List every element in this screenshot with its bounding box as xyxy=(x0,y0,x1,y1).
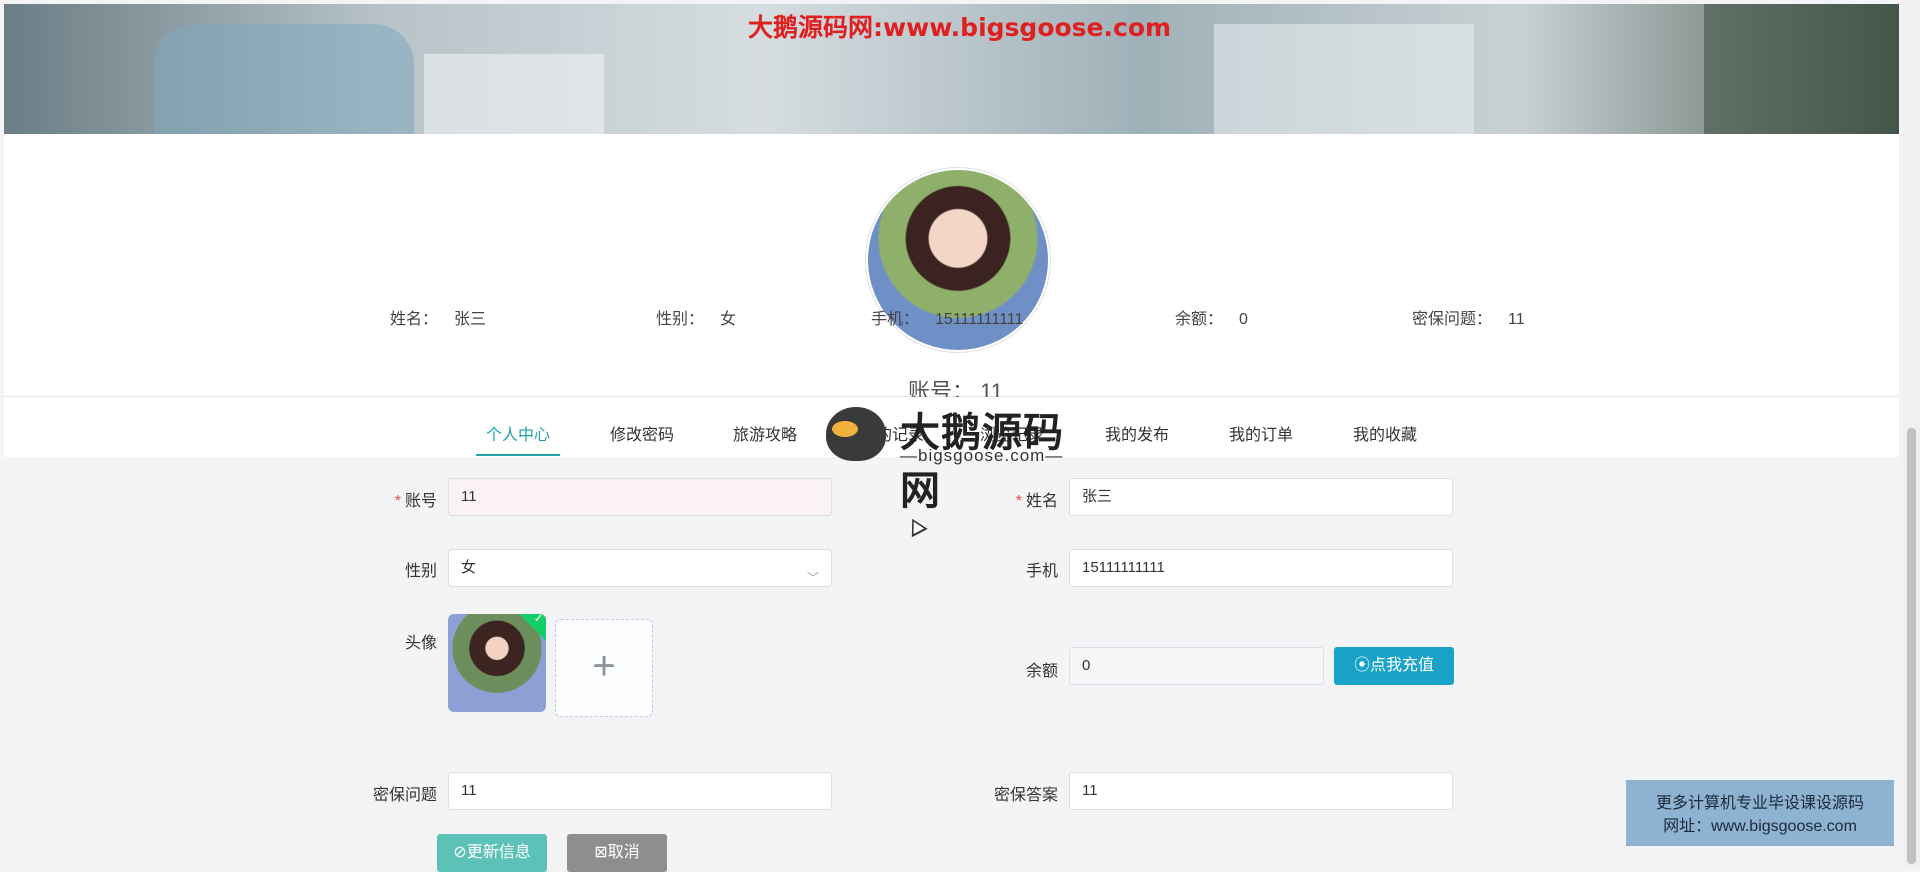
account-field-label: * 账号 xyxy=(394,493,437,510)
tab-my-orders[interactable]: 我的订单 xyxy=(1229,424,1293,454)
gender-value: 女 xyxy=(461,559,477,576)
info-label: 密保问题： xyxy=(1412,311,1493,328)
balance-field-label: 余额 xyxy=(1025,663,1058,680)
phone-field-label: 手机 xyxy=(1025,563,1058,580)
gender-select[interactable]: 女 ﹀ xyxy=(448,549,832,587)
promo-url: 网址：www.bigsgoose.com xyxy=(1663,818,1857,835)
name-field-label: * 姓名 xyxy=(1015,493,1058,510)
recharge-button[interactable]: ⦿点我充值 xyxy=(1334,647,1454,685)
avatar-upload-button[interactable]: + xyxy=(555,619,653,717)
banner-decoration xyxy=(424,54,604,134)
question-field-label: 密保问题 xyxy=(372,787,437,804)
avatar-field-label: 头像 xyxy=(404,635,437,652)
gender-field-label: 性别 xyxy=(404,563,437,580)
name-input[interactable]: 张三 xyxy=(1069,478,1453,516)
info-label: 手机： xyxy=(871,311,920,328)
profile-card: 账号： 11 xyxy=(4,134,1899,404)
question-input[interactable]: 11 xyxy=(448,772,832,810)
info-value: 11 xyxy=(1508,311,1525,328)
tab-change-password[interactable]: 修改密码 xyxy=(610,424,674,454)
avatar-thumbnail[interactable]: ✓ xyxy=(448,614,546,712)
info-value: 0 xyxy=(1239,311,1248,328)
info-gender: 性别： 女 xyxy=(656,305,736,329)
account-input[interactable]: 11 xyxy=(448,478,832,516)
banner-decoration xyxy=(154,24,414,134)
page-scrollbar[interactable] xyxy=(1903,0,1920,866)
answer-field-label: 密保答案 xyxy=(993,787,1058,804)
tab-my-favorites[interactable]: 我的收藏 xyxy=(1353,424,1417,454)
plus-icon: + xyxy=(592,644,616,688)
label-text: 姓名 xyxy=(1025,493,1058,510)
info-label: 性别： xyxy=(656,311,705,328)
banner-decoration xyxy=(1214,24,1474,134)
logo-url: —bigsgoose.com— xyxy=(900,446,1064,465)
info-value: 张三 xyxy=(454,311,487,328)
info-name: 姓名： 张三 xyxy=(390,305,486,329)
mouse-cursor-icon xyxy=(904,514,928,538)
phone-input[interactable]: 15111111111 xyxy=(1069,549,1453,587)
watermark-text: 大鹅源码网:www.bigsgoose.com xyxy=(748,13,1172,42)
promo-line: 更多计算机专业毕设课设源码 xyxy=(1655,795,1864,812)
tab-personal-center[interactable]: 个人中心 xyxy=(476,424,561,456)
promo-banner[interactable]: 更多计算机专业毕设课设源码 网址：www.bigsgoose.com xyxy=(1626,780,1894,846)
balance-input[interactable]: 0 xyxy=(1069,647,1324,685)
info-label: 余额： xyxy=(1175,311,1224,328)
label-text: 账号 xyxy=(404,493,437,510)
scrollbar-thumb[interactable] xyxy=(1907,428,1916,864)
info-phone: 手机： 15111111111 xyxy=(871,305,1023,329)
goose-logo-icon xyxy=(826,407,886,461)
update-info-button[interactable]: ⊘更新信息 xyxy=(437,834,547,872)
cancel-button[interactable]: ⊠取消 xyxy=(567,834,667,872)
tab-my-posts[interactable]: 我的发布 xyxy=(1105,424,1169,454)
banner-decoration xyxy=(1704,4,1899,134)
tab-travel-guide[interactable]: 旅游攻略 xyxy=(733,424,797,454)
info-label: 姓名： xyxy=(390,311,439,328)
answer-input[interactable]: 11 xyxy=(1069,772,1453,810)
info-value: 女 xyxy=(720,311,737,328)
chevron-down-icon: ﹀ xyxy=(806,571,819,585)
info-value: 15111111111 xyxy=(935,311,1024,328)
check-icon: ✓ xyxy=(517,614,546,641)
info-balance: 余额： 0 xyxy=(1175,305,1248,329)
logo-watermark: 大鹅源码网 —bigsgoose.com— xyxy=(826,404,1096,513)
info-question: 密保问题： 11 xyxy=(1412,305,1525,329)
